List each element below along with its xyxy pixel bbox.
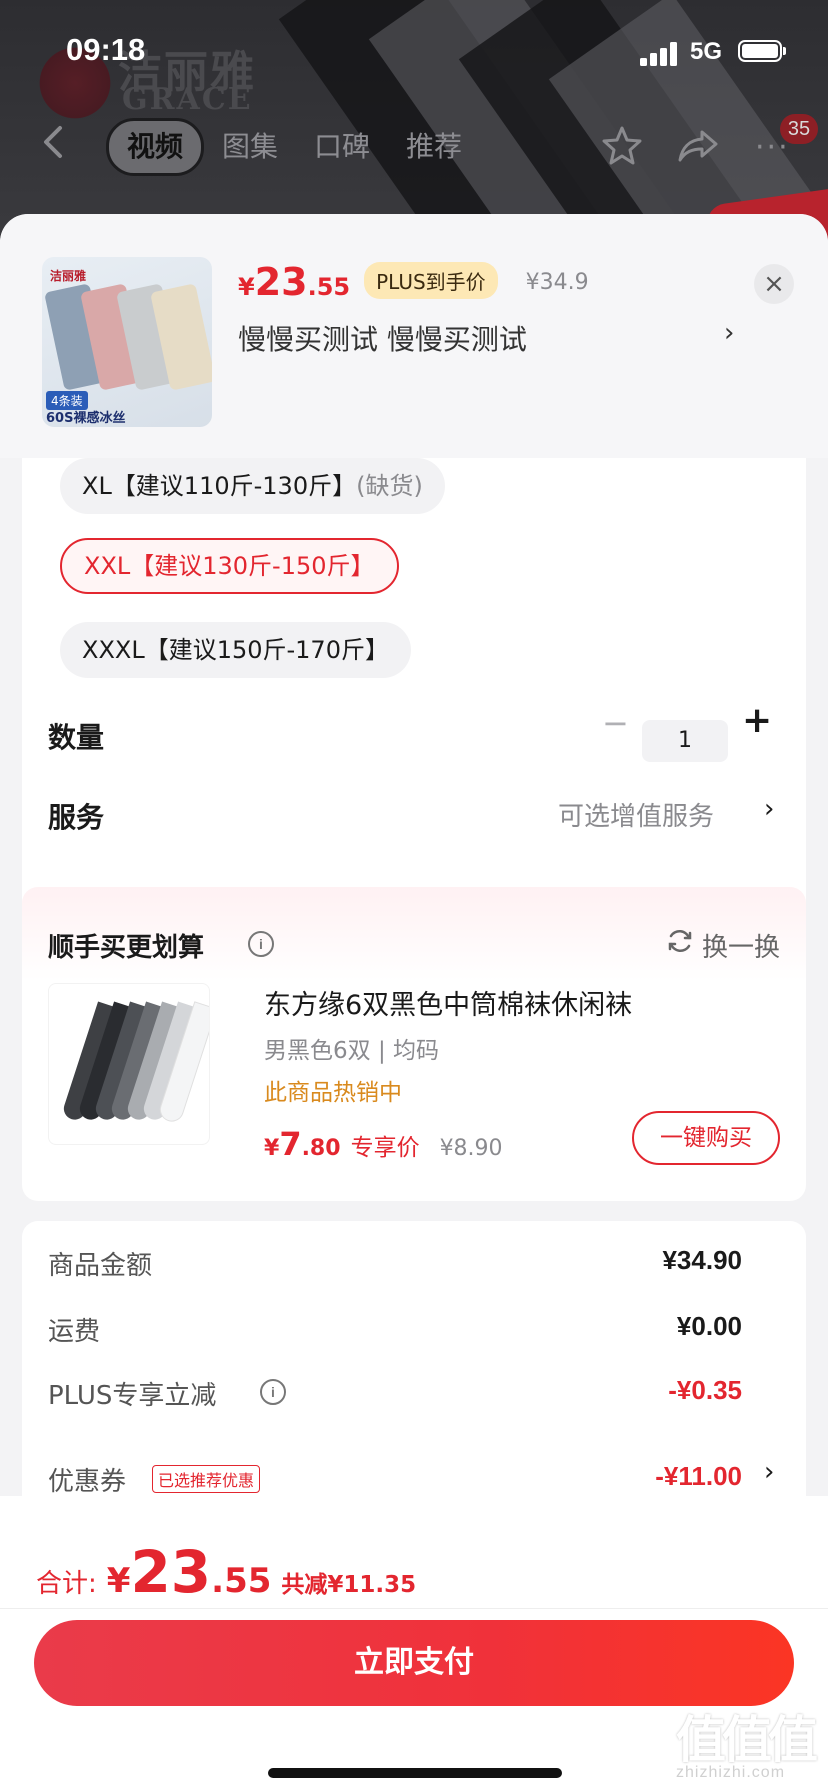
bundle-product-image[interactable] [48,983,210,1145]
bundle-original-price: ¥8.90 [439,1136,503,1161]
price-integer: 23 [254,260,308,304]
product-price: ¥ 23 .55 PLUS到手价 ¥34.9 [238,260,589,305]
chevron-right-icon[interactable]: › [764,1457,774,1487]
summary-value-coupon[interactable]: -¥11.00 [655,1461,742,1492]
share-icon[interactable] [676,124,720,168]
back-icon[interactable] [38,122,68,162]
size-option-label: XXXL【建议150斤-170斤】 [82,636,389,664]
close-button[interactable]: × [754,264,794,304]
bundle-card: 顺手买更划算 i 换一换 东方缘6双黑色中筒棉袜休闲袜 男黑色6双 | 均码 此… [22,887,806,1201]
summary-value-goods: ¥34.90 [662,1245,742,1275]
price-currency: ¥ [264,1136,280,1161]
status-bar: 09:18 5G [0,0,828,100]
coupon-tag: 已选推荐优惠 [152,1465,261,1493]
plus-price-tag: PLUS到手价 [364,262,498,299]
star-icon[interactable] [600,124,644,168]
status-time: 09:18 [66,32,146,67]
tab-recommend[interactable]: 推荐 [388,121,480,173]
summary-value-plus: -¥0.35 [668,1375,742,1405]
quantity-increase-button[interactable]: + [742,700,772,741]
quantity-input[interactable]: 1 [642,720,728,762]
price-integer: 7 [279,1125,302,1163]
price-currency: ¥ [238,273,255,301]
summary-label-goods: 商品金额 [48,1251,153,1281]
service-label: 服务 [48,801,105,834]
signal-icon [640,42,677,66]
exclusive-price-tag: 专享价 [350,1135,420,1161]
price-currency: ¥ [106,1561,131,1601]
background-product-page: 洁丽雅 GRACE 09:18 5G 视频 图集 口碑 推荐 ··· 35 [0,0,828,240]
tab-reviews[interactable]: 口碑 [296,121,388,173]
divider [0,1608,828,1609]
message-badge: 35 [780,114,818,144]
network-label: 5G [690,38,723,65]
original-price: ¥34.9 [525,270,589,295]
watermark-url: zhizhizhi.com [676,1764,786,1781]
summary-label-coupon: 优惠券 [48,1467,127,1497]
tab-video[interactable]: 视频 [106,118,205,176]
total-label: 合计: [36,1569,97,1599]
thumb-tag: 60S裸感冰丝 [46,411,126,426]
chevron-right-icon[interactable]: › [724,318,734,348]
battery-icon [738,40,786,62]
price-decimal: .55 [307,273,351,301]
sheet-header: 洁丽雅 4条装 60S裸感冰丝 ¥ 23 .55 PLUS到手价 ¥34.9 ×… [0,214,828,458]
price-decimal: .80 [301,1136,341,1161]
size-option-label: XXL【建议130斤-150斤】 [84,552,375,580]
bundle-product-name[interactable]: 东方缘6双黑色中筒棉袜休闲袜 [264,983,632,1022]
summary-value-shipping: ¥0.00 [676,1311,742,1341]
selected-sku-name[interactable]: 慢慢买测试 慢慢买测试 [238,318,527,358]
watermark: 值值值 [676,1711,818,1769]
info-icon[interactable]: i [248,931,274,957]
total-price: 合计: ¥ 23 .55 共减¥11.35 [36,1538,416,1606]
info-icon[interactable]: i [260,1379,286,1405]
thumb-brand-logo: 洁丽雅 [50,269,87,283]
size-option-xl[interactable]: XL【建议110斤-130斤】(缺货) [60,458,445,514]
tab-gallery[interactable]: 图集 [204,121,296,173]
bundle-title: 顺手买更划算 [48,933,205,963]
size-option-xxl[interactable]: XXL【建议130斤-150斤】 [60,538,399,594]
checkout-bar: 合计: ¥ 23 .55 共减¥11.35 立即支付 值值值 zhizhizhi… [0,1496,828,1792]
product-thumbnail[interactable]: 洁丽雅 4条装 60S裸感冰丝 [42,257,212,427]
bundle-price: ¥ 7 .80 专享价 ¥8.90 [264,1125,503,1163]
summary-label-shipping: 运费 [48,1317,101,1347]
pay-now-button[interactable]: 立即支付 [34,1620,794,1706]
summary-label-plus: PLUS专享立减 [48,1381,217,1411]
bundle-product-spec: 男黑色6双 | 均码 [264,1038,440,1064]
nav-tabs: 视频 图集 口碑 推荐 [106,118,480,176]
out-of-stock-label: (缺货) [356,472,423,500]
one-click-buy-button[interactable]: 一键购买 [632,1111,780,1165]
size-option-label: XL【建议110斤-130斤】 [82,472,357,500]
price-summary-card: 商品金额 ¥34.90 运费 ¥0.00 PLUS专享立减 i -¥0.35 优… [22,1221,806,1521]
bundle-hot-label: 此商品热销中 [264,1080,402,1106]
price-integer: 23 [130,1538,212,1606]
service-value[interactable]: 可选增值服务 [558,796,714,833]
quantity-decrease-button[interactable]: − [602,704,629,742]
quantity-label: 数量 [48,721,105,754]
size-option-xxxl[interactable]: XXXL【建议150斤-170斤】 [60,622,411,678]
total-saved: 共减¥11.35 [281,1572,417,1598]
home-indicator[interactable] [268,1768,562,1778]
refresh-icon[interactable] [666,927,694,955]
refresh-button[interactable]: 换一换 [702,927,780,964]
price-decimal: .55 [211,1561,272,1601]
chevron-right-icon[interactable]: › [764,794,774,824]
